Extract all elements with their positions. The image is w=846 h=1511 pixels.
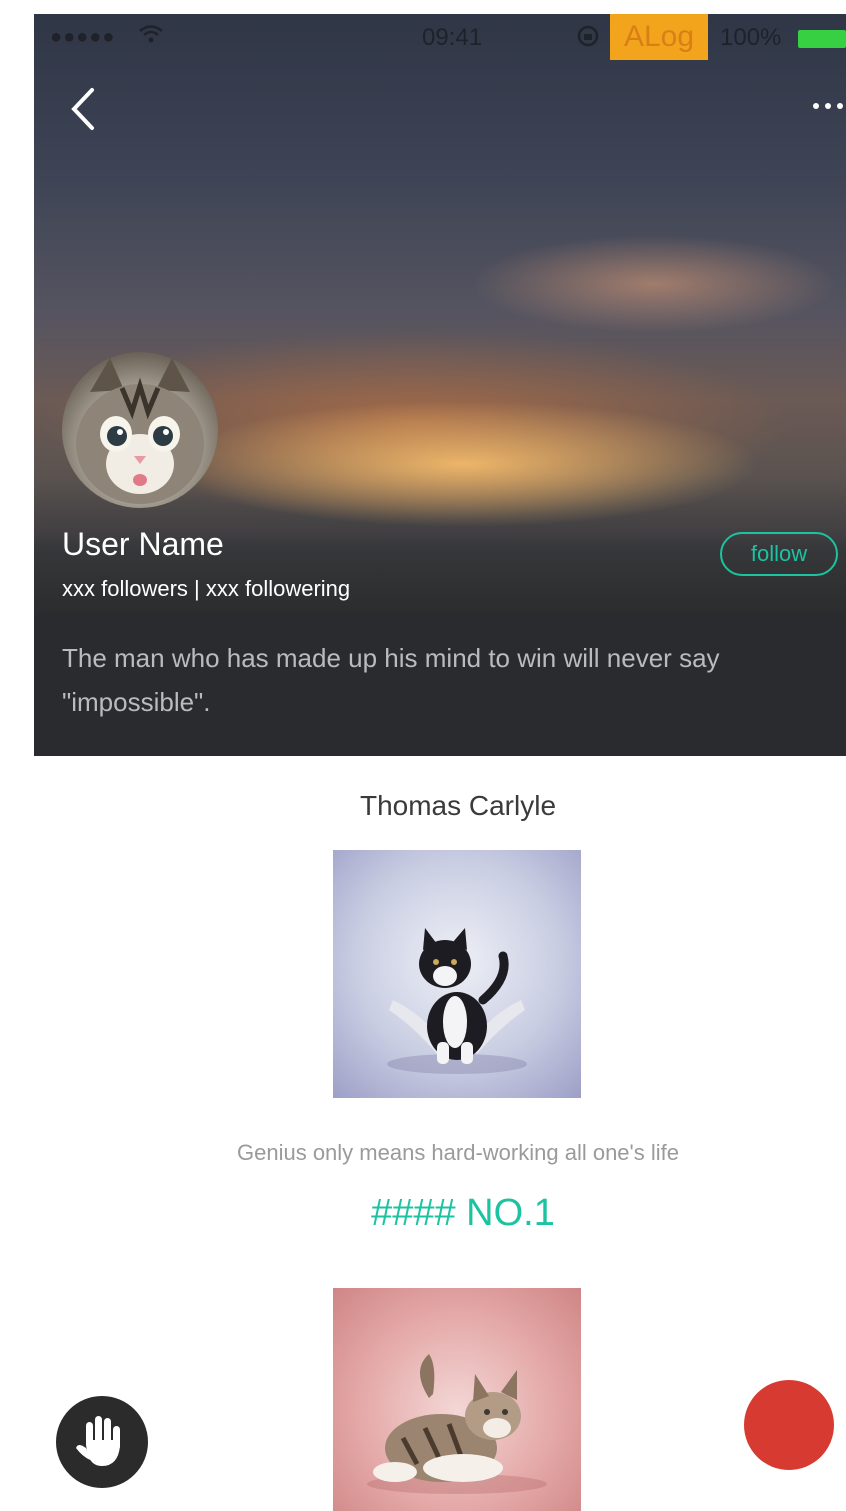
signal-strength-icon: ●●●●● bbox=[50, 26, 116, 48]
tabby-kitten-image bbox=[367, 1354, 547, 1494]
hand-icon bbox=[76, 1416, 120, 1466]
follow-stats[interactable]: xxx followers | xxx followering bbox=[62, 576, 350, 602]
user-name: User Name bbox=[62, 526, 224, 562]
battery-icon bbox=[798, 30, 846, 48]
orientation-lock-icon bbox=[576, 24, 600, 54]
status-bar: ●●●●● 09:41 ALog 100% bbox=[34, 14, 846, 62]
avatar[interactable] bbox=[62, 352, 218, 508]
alog-badge[interactable]: ALog bbox=[610, 14, 708, 60]
status-time: 09:41 bbox=[422, 24, 483, 51]
hand-button[interactable] bbox=[56, 1396, 148, 1488]
battery-percent: 100% bbox=[720, 24, 782, 51]
kitten-avatar-image bbox=[76, 358, 204, 504]
article-author: Thomas Carlyle bbox=[359, 790, 557, 821]
section-heading: #### NO.1 bbox=[371, 1192, 555, 1234]
back-button[interactable] bbox=[64, 84, 104, 134]
wifi-icon bbox=[138, 23, 164, 52]
quote-text: Genius only means hard-working all one's… bbox=[237, 1140, 679, 1165]
chevron-left-icon bbox=[71, 88, 94, 130]
more-button[interactable] bbox=[800, 84, 846, 128]
cat-photo-1[interactable] bbox=[333, 850, 581, 1098]
follow-button[interactable]: follow bbox=[720, 532, 838, 576]
black-white-kitten-image bbox=[387, 928, 527, 1074]
more-horizontal-icon bbox=[813, 103, 843, 109]
cat-photo-2[interactable] bbox=[333, 1288, 581, 1511]
profile-bio: The man who has made up his mind to win … bbox=[62, 643, 720, 717]
record-button[interactable] bbox=[744, 1380, 834, 1470]
